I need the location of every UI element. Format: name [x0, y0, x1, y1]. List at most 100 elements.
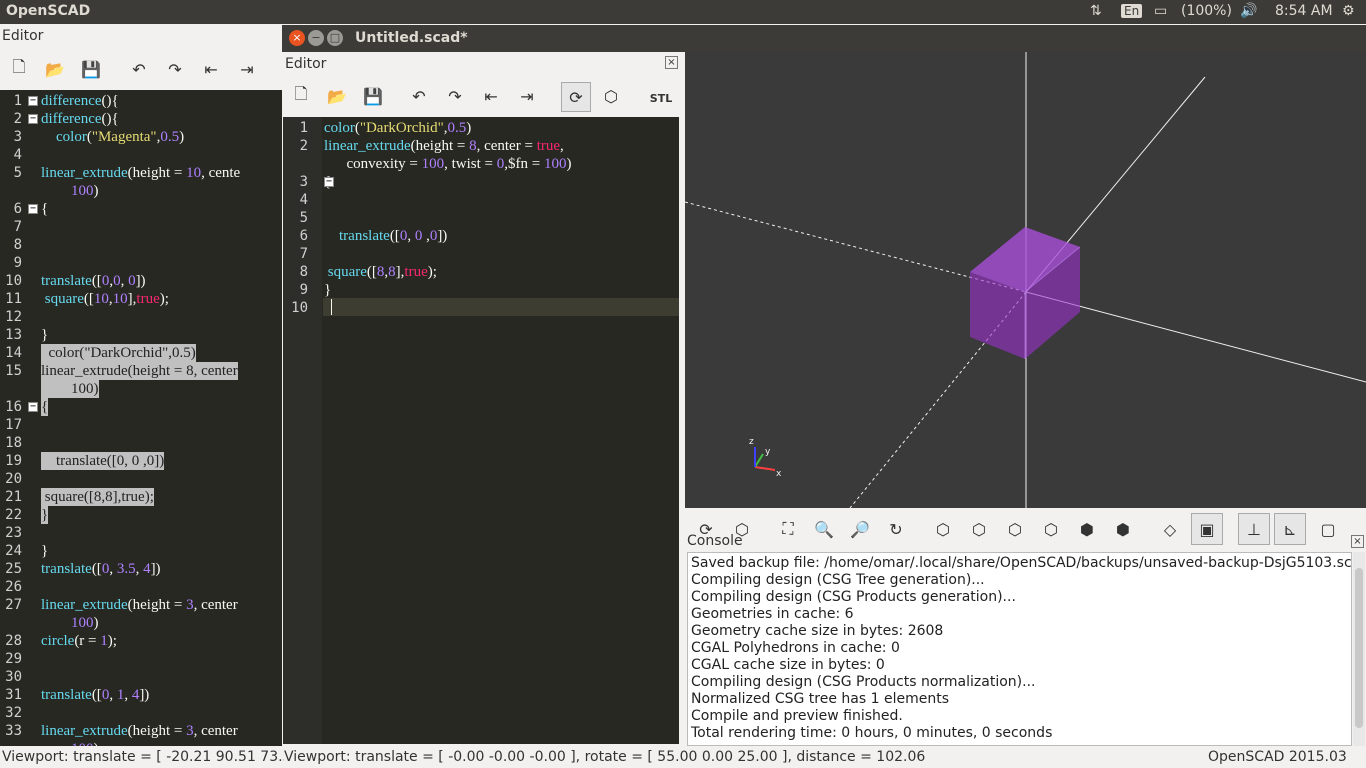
line-number: 6: [299, 228, 308, 244]
volume-icon[interactable]: 🔊: [1240, 3, 1257, 19]
save-icon[interactable]: 💾: [78, 56, 104, 82]
text-cursor: [331, 299, 332, 315]
fold-toggle-icon[interactable]: −: [324, 177, 334, 187]
scrollbar-thumb[interactable]: [1355, 568, 1363, 728]
close-editor-icon[interactable]: ×: [665, 56, 678, 69]
clock[interactable]: 8:54 AM: [1275, 3, 1333, 19]
bg-code-editor[interactable]: 1 2 3 4 5 6 7 8 9 10 11 12 13 14 15 16 17 18 19 20 21 22 23 24 2…: [0, 90, 282, 746]
line-number: 12: [5, 309, 22, 325]
status-bar: Viewport: translate = [ -20.21 90.51 73.…: [0, 746, 1366, 768]
render-icon[interactable]: ⬡: [598, 83, 624, 109]
line-number: 18: [5, 435, 22, 451]
console-line: Compile and preview finished.: [691, 708, 903, 724]
line-number: 3: [299, 174, 308, 190]
console-line: Saved backup file: /home/omar/.local/sha…: [691, 555, 1352, 571]
console-line: Normalized CSG tree has 1 elements: [691, 691, 949, 707]
zoom-out-icon[interactable]: 🔎: [847, 516, 873, 542]
view-all-icon[interactable]: ⛶: [775, 516, 801, 542]
code-line: 100): [71, 615, 99, 631]
redo-icon[interactable]: ↷: [442, 83, 468, 109]
editor-title: Editor: [2, 28, 44, 44]
view-left-icon[interactable]: ⬡: [1038, 516, 1064, 542]
network-icon[interactable]: ⇅: [1090, 3, 1102, 19]
fold-toggle-icon[interactable]: −: [28, 96, 38, 106]
line-number: 32: [5, 705, 22, 721]
show-edges-icon[interactable]: ▢: [1315, 516, 1341, 542]
line-number: 16: [5, 399, 22, 415]
code-line: }: [41, 506, 49, 524]
axis-y-label: y: [765, 447, 771, 457]
maximize-icon[interactable]: □: [327, 30, 343, 46]
line-number: 14: [5, 345, 22, 361]
new-file-icon[interactable]: 🗋: [6, 56, 32, 82]
code-line: {: [41, 398, 49, 416]
line-number: 8: [13, 237, 22, 253]
fold-toggle-icon[interactable]: −: [28, 114, 38, 124]
view-front-icon[interactable]: ⬢: [1074, 516, 1100, 542]
editor-title: Editor: [285, 56, 327, 72]
indent-icon[interactable]: ⇥: [234, 56, 260, 82]
code-line: color("DarkOrchid",0.5): [324, 120, 472, 136]
battery-level[interactable]: (100%): [1181, 3, 1232, 19]
3d-viewport[interactable]: z y x: [685, 52, 1366, 508]
undo-icon[interactable]: ↶: [126, 56, 152, 82]
view-top-icon[interactable]: ⬡: [966, 516, 992, 542]
open-folder-icon[interactable]: 📂: [42, 56, 68, 82]
orthogonal-icon[interactable]: ▣: [1191, 513, 1223, 545]
preview-icon[interactable]: ⟳: [561, 82, 591, 112]
reset-view-icon[interactable]: ↻: [883, 516, 909, 542]
console-line: Compiling design (CSG Products generatio…: [691, 589, 1016, 605]
console-scrollbar[interactable]: [1353, 552, 1365, 746]
code-line: square([8,8],true);: [41, 488, 154, 506]
viewport-canvas: z y x: [685, 52, 1366, 508]
show-axes-icon[interactable]: ⊥: [1238, 513, 1270, 545]
app-name: OpenSCAD: [6, 3, 91, 19]
close-console-icon[interactable]: ×: [1351, 535, 1364, 548]
redo-icon[interactable]: ↷: [162, 56, 188, 82]
battery-icon[interactable]: ▭: [1154, 3, 1167, 19]
code-line: }: [41, 327, 49, 343]
line-number: 31: [5, 687, 22, 703]
bg-viewport-status: Viewport: translate = [ -20.21 90.51 73.…: [2, 749, 301, 765]
fg-code-editor[interactable]: 1 2 3 4 5 6 7 8 9 10 color("DarkOrchid",0.5) linea…: [283, 117, 679, 744]
gear-icon[interactable]: ⚙: [1342, 3, 1355, 19]
code-line: circle(r = 1);: [41, 633, 117, 649]
code-line: translate([0, 0 ,0]): [339, 228, 448, 244]
console-line: Geometries in cache: 6: [691, 606, 854, 622]
line-number: 5: [13, 165, 22, 181]
line-number: 30: [5, 669, 22, 685]
line-number: 4: [299, 192, 308, 208]
save-icon[interactable]: 💾: [360, 83, 386, 109]
unindent-icon[interactable]: ⇤: [198, 56, 224, 82]
view-right-icon[interactable]: ⬡: [930, 516, 956, 542]
minimize-icon[interactable]: −: [308, 30, 324, 46]
view-bottom-icon[interactable]: ⬡: [1002, 516, 1028, 542]
line-number: 33: [5, 723, 22, 739]
export-stl-button[interactable]: STL: [646, 85, 676, 111]
open-folder-icon[interactable]: 📂: [324, 83, 350, 109]
window-title: Untitled.scad*: [355, 30, 468, 46]
perspective-icon[interactable]: ◇: [1157, 516, 1183, 542]
untitled-window: × − □ Untitled.scad* Editor × 🗋 📂 💾 ↶ ↷ …: [282, 25, 1366, 746]
fold-toggle-icon[interactable]: −: [28, 204, 38, 214]
code-line: {: [41, 201, 49, 217]
show-scale-icon[interactable]: ⊾: [1274, 513, 1306, 545]
indent-icon[interactable]: ⇥: [514, 83, 540, 109]
console-line: CGAL cache size in bytes: 0: [691, 657, 885, 673]
console-output[interactable]: Saved backup file: /home/omar/.local/sha…: [687, 552, 1352, 746]
view-back-icon[interactable]: ⬢: [1110, 516, 1136, 542]
keyboard-layout[interactable]: En: [1121, 4, 1143, 18]
fold-toggle-icon[interactable]: −: [28, 402, 38, 412]
code-line: }: [324, 282, 332, 298]
code-line: difference(){: [41, 93, 119, 109]
line-number: 21: [5, 489, 22, 505]
new-file-icon[interactable]: 🗋: [288, 83, 314, 109]
console-line: Geometry cache size in bytes: 2608: [691, 623, 944, 639]
line-number: 1: [299, 120, 308, 136]
line-number: 1: [13, 93, 22, 109]
zoom-in-icon[interactable]: 🔍: [811, 516, 837, 542]
unindent-icon[interactable]: ⇤: [478, 83, 504, 109]
undo-icon[interactable]: ↶: [406, 83, 432, 109]
code-line: difference(){: [41, 111, 119, 127]
close-window-icon[interactable]: ×: [289, 30, 305, 46]
